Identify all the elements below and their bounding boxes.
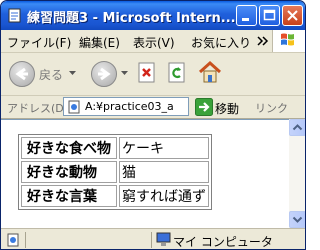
my-computer-icon (156, 232, 171, 246)
minimize-icon (242, 18, 249, 21)
forward-button[interactable] (89, 59, 133, 89)
status-page-icon (7, 233, 19, 247)
back-button[interactable]: 戻る (7, 59, 77, 89)
menu-bar: ファイル(F) 編集(E) 表示(V) お気に入り (1, 30, 305, 53)
maximize-button[interactable] (259, 5, 280, 26)
table-row: 好きな言葉 窮すれば通ず (21, 185, 209, 207)
home-button[interactable] (197, 59, 223, 85)
title-bar[interactable]: 練習問題3 - Microsoft Intern... (1, 1, 305, 30)
go-arrow-icon (195, 98, 213, 116)
scroll-up-button[interactable] (289, 119, 305, 136)
close-icon (287, 10, 298, 21)
menu-view[interactable]: 表示(V) (133, 34, 175, 51)
ie-window: 練習問題3 - Microsoft Intern... ファイル(F) 編集(E… (0, 0, 306, 250)
menu-edit[interactable]: 編集(E) (79, 34, 120, 51)
arrow-down-icon (292, 216, 303, 223)
row-label: 好きな食べ物 (21, 137, 117, 159)
address-text: A:¥practice03_a (85, 100, 174, 113)
go-button[interactable]: 移動 (193, 97, 249, 117)
row-value: 窮すれば通ず (119, 185, 209, 207)
arrow-up-icon (292, 124, 303, 131)
refresh-icon (168, 62, 185, 83)
home-icon (198, 60, 222, 83)
minimize-button[interactable] (236, 5, 257, 26)
forward-dropdown-icon[interactable] (121, 71, 128, 76)
address-label: アドレス(D) (7, 102, 69, 115)
info-table: 好きな食べ物 ケーキ 好きな動物 猫 好きな言葉 窮すれば通ず (18, 134, 212, 210)
maximize-icon (263, 9, 276, 21)
back-dropdown-icon[interactable] (69, 71, 76, 76)
stop-icon (138, 62, 155, 83)
vertical-scrollbar[interactable] (289, 119, 305, 228)
refresh-button[interactable] (167, 62, 187, 84)
status-divider (25, 232, 26, 248)
address-input[interactable]: A:¥practice03_a (63, 97, 189, 116)
status-bar: マイ コンピュータ (1, 228, 305, 249)
scroll-down-button[interactable] (289, 211, 305, 228)
status-divider (151, 232, 152, 248)
back-label: 戻る (39, 68, 64, 82)
window-title: 練習問題3 - Microsoft Intern... (27, 11, 236, 26)
menu-favorites[interactable]: お気に入り (191, 34, 251, 51)
forward-arrow-icon (91, 61, 117, 87)
windows-flag-icon (281, 33, 294, 46)
chevron-more-icon[interactable] (257, 36, 269, 46)
windows-logo (272, 30, 305, 52)
back-arrow-icon (9, 61, 35, 87)
row-label: 好きな言葉 (21, 185, 117, 207)
stop-button[interactable] (137, 62, 157, 84)
close-button[interactable] (282, 5, 303, 26)
menu-file[interactable]: ファイル(F) (7, 34, 71, 51)
page-icon (68, 100, 80, 114)
page-content: 好きな食べ物 ケーキ 好きな動物 猫 好きな言葉 窮すれば通ず (1, 119, 289, 228)
go-label: 移動 (215, 102, 240, 116)
document-icon (8, 8, 21, 23)
address-bar: アドレス(D) A:¥practice03_a 移動 リンク (1, 96, 305, 119)
table-row: 好きな食べ物 ケーキ (21, 137, 209, 159)
table-row: 好きな動物 猫 (21, 161, 209, 183)
row-value: 猫 (119, 161, 209, 183)
toolbar: 戻る (1, 53, 305, 96)
row-value: ケーキ (119, 137, 209, 159)
security-zone: マイ コンピュータ (173, 235, 273, 249)
links-label[interactable]: リンク (255, 100, 288, 116)
row-label: 好きな動物 (21, 161, 117, 183)
